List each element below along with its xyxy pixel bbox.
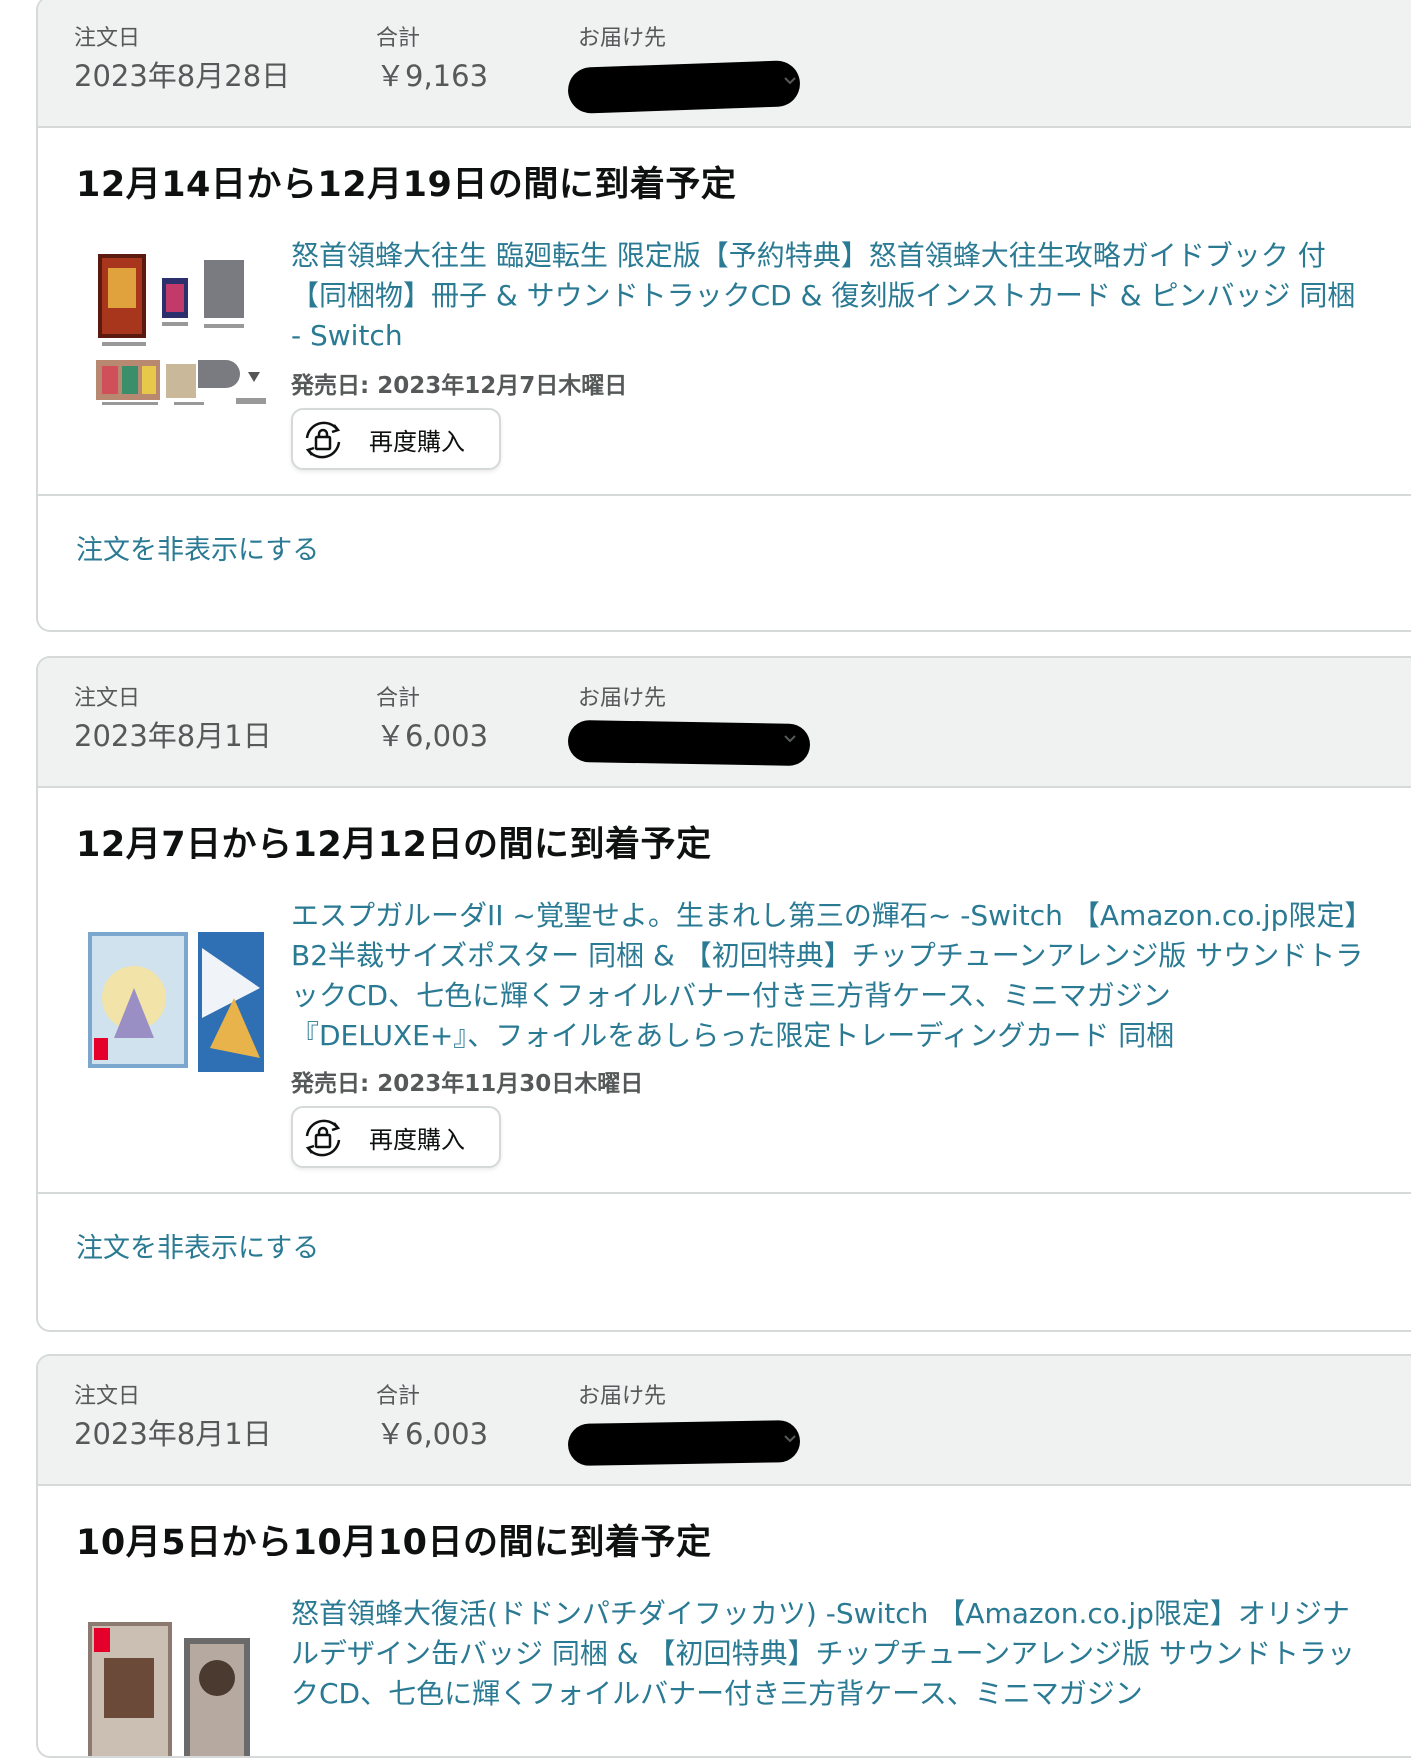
product-title-link[interactable]: 怒首領蜂大復活(ドドンパチダイフッカツ) -Switch 【Amazon.co.…: [291, 1594, 1371, 1714]
buy-again-button[interactable]: 再度購入: [291, 1106, 501, 1168]
release-date: 発売日: 2023年12月7日木曜日: [291, 373, 628, 399]
order-date: 2023年8月1日: [74, 1417, 272, 1451]
order-date-label: 注文日: [74, 26, 141, 51]
chevron-down-icon[interactable]: [782, 730, 798, 746]
order-card: 注文日 2023年8月28日 合計 ￥9,163 お届け先 12月14日から12…: [36, 0, 1411, 632]
redacted-recipient[interactable]: [567, 1419, 801, 1467]
order-card: 注文日 2023年8月1日 合計 ￥6,003 お届け先 10月5日から10月1…: [36, 1354, 1411, 1758]
order-card: 注文日 2023年8月1日 合計 ￥6,003 お届け先 12月7日から12月1…: [36, 656, 1411, 1332]
redacted-recipient[interactable]: [567, 59, 801, 115]
order-header: 注文日 2023年8月28日 合計 ￥9,163 お届け先: [38, 0, 1411, 128]
buy-again-label: 再度購入: [369, 1126, 465, 1154]
order-header: 注文日 2023年8月1日 合計 ￥6,003 お届け先: [38, 1356, 1411, 1486]
order-date: 2023年8月1日: [74, 719, 272, 753]
divider: [38, 494, 1411, 496]
buy-again-label: 再度購入: [369, 428, 465, 456]
order-total: ￥6,003: [376, 719, 489, 753]
product-image[interactable]: [84, 928, 294, 1088]
arrival-estimate: 10月5日から10月10日の間に到着予定: [76, 1523, 712, 1563]
total-label: 合計: [376, 26, 421, 51]
divider: [38, 1192, 1411, 1194]
order-date-label: 注文日: [74, 686, 141, 711]
order-date: 2023年8月28日: [74, 59, 291, 93]
ship-to-label: お届け先: [578, 26, 667, 51]
redacted-recipient[interactable]: [567, 719, 811, 767]
order-date-label: 注文日: [74, 1384, 141, 1409]
chevron-down-icon[interactable]: [782, 1430, 798, 1446]
total-label: 合計: [376, 1384, 421, 1409]
total-label: 合計: [376, 686, 421, 711]
ship-to-label: お届け先: [578, 1384, 667, 1409]
order-total: ￥6,003: [376, 1417, 489, 1451]
product-image[interactable]: [86, 248, 296, 408]
chevron-down-icon[interactable]: [782, 72, 798, 88]
buy-again-button[interactable]: 再度購入: [291, 408, 501, 470]
ship-to-label: お届け先: [578, 686, 667, 711]
arrival-estimate: 12月14日から12月19日の間に到着予定: [76, 165, 737, 205]
product-title-link[interactable]: 怒首領蜂大往生 臨廻転生 限定版【予約特典】怒首領蜂大往生攻略ガイドブック 付【…: [291, 236, 1371, 356]
hide-order-link[interactable]: 注文を非表示にする: [76, 1226, 319, 1265]
product-image[interactable]: [84, 1618, 294, 1758]
buy-again-icon: [305, 1119, 341, 1157]
order-total: ￥9,163: [376, 59, 489, 93]
product-title-link[interactable]: エスプガルーダII ~覚聖せよ。生まれし第三の輝石~ -Switch 【Amaz…: [291, 896, 1371, 1056]
order-header: 注文日 2023年8月1日 合計 ￥6,003 お届け先: [38, 658, 1411, 788]
release-date: 発売日: 2023年11月30日木曜日: [291, 1071, 644, 1097]
hide-order-link[interactable]: 注文を非表示にする: [76, 528, 319, 567]
arrival-estimate: 12月7日から12月12日の間に到着予定: [76, 825, 712, 865]
buy-again-icon: [305, 421, 341, 459]
